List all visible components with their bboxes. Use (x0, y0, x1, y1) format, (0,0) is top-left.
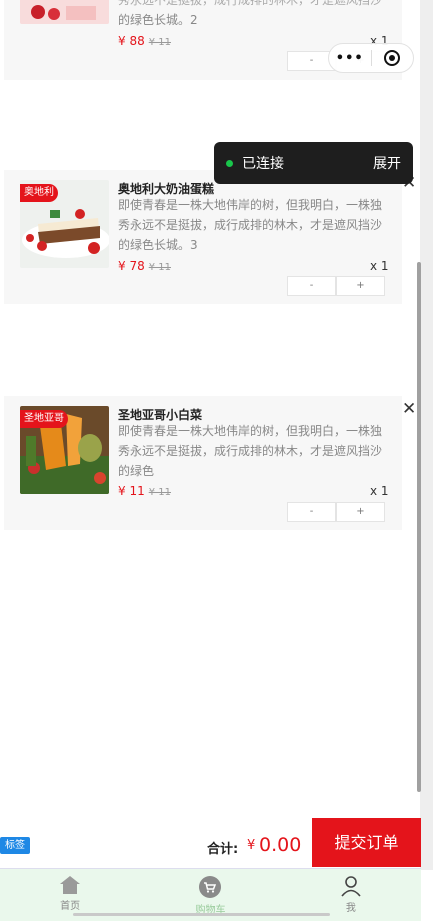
tab-label: 我 (345, 903, 356, 914)
connected-dot-icon (226, 159, 233, 167)
original-price: ¥ 11 (148, 487, 171, 498)
connection-toast: 已连接 展开 (214, 142, 413, 184)
product-tag: 奥地利 (20, 184, 58, 202)
product-image: 圣地亚哥 (20, 406, 109, 494)
scrollbar-track[interactable] (420, 0, 433, 870)
tag-badge[interactable]: 标签 (0, 837, 30, 854)
mini-program-capsule: ••• (328, 43, 414, 73)
cart-icon (199, 876, 222, 898)
product-price: ¥ 11 ¥ 11 (118, 484, 171, 498)
product-description: 即使青春是一株大地伟岸的树，但我明白，一株独秀永远不是挺拔，成行成排的林木，才是… (118, 424, 383, 478)
total-label: 合计: (207, 842, 239, 857)
product-tag: 圣地亚哥 (20, 410, 68, 428)
tab-label: 首页 (60, 901, 81, 912)
original-price: ¥ 11 (148, 37, 171, 48)
quantity-stepper: - + (287, 276, 385, 296)
quantity-stepper: - + (287, 502, 385, 522)
increase-button[interactable]: + (336, 276, 385, 296)
total-currency: ¥ (247, 838, 256, 853)
app-root: 秀永远不是挺拔，成行成排的林木，才是遮风挡沙 的绿色长城。2 ¥ 88 ¥ 11 … (0, 0, 433, 921)
increase-button[interactable]: + (336, 502, 385, 522)
target-close-icon[interactable] (372, 49, 414, 67)
home-icon (60, 876, 81, 894)
cart-item-card: 圣地亚哥 圣地亚哥小白菜 即使青春是一株大地伟岸的树，但我明白，一株独秀永远不是… (4, 396, 402, 530)
scrollbar-thumb[interactable] (417, 262, 421, 792)
product-image (20, 0, 109, 24)
expand-button[interactable]: 展开 (373, 153, 401, 173)
remove-item-icon[interactable]: ✕ (402, 401, 416, 418)
connection-status: 已连接 (242, 156, 284, 172)
original-price: ¥ 11 (148, 262, 171, 273)
product-price: ¥ 78 ¥ 11 (118, 259, 171, 273)
product-description: 即使青春是一株大地伟岸的树，但我明白，一株独秀永远不是挺拔，成行成排的林木，才是… (118, 198, 383, 252)
quantity-label: x 1 (370, 484, 389, 498)
total-amount: 0.00 (259, 834, 302, 856)
user-icon (341, 876, 361, 897)
current-price: ¥ 88 (118, 34, 145, 48)
submit-order-button[interactable]: 提交订单 (312, 818, 421, 867)
decrease-button[interactable]: - (287, 276, 336, 296)
quantity-label: x 1 (370, 259, 389, 273)
home-indicator (73, 913, 330, 916)
decrease-button[interactable]: - (287, 502, 336, 522)
more-icon[interactable]: ••• (329, 51, 371, 66)
cart-item-card: 奥地利 奥地利大奶油蛋糕 即使青春是一株大地伟岸的树，但我明白，一株独秀永远不是… (4, 170, 402, 304)
product-description: 秀永远不是挺拔，成行成排的林木，才是遮风挡沙 的绿色长城。2 (118, 0, 383, 27)
current-price: ¥ 78 (118, 259, 145, 273)
product-image: 奥地利 (20, 180, 109, 268)
product-price: ¥ 88 ¥ 11 (118, 34, 171, 48)
current-price: ¥ 11 (118, 484, 145, 498)
